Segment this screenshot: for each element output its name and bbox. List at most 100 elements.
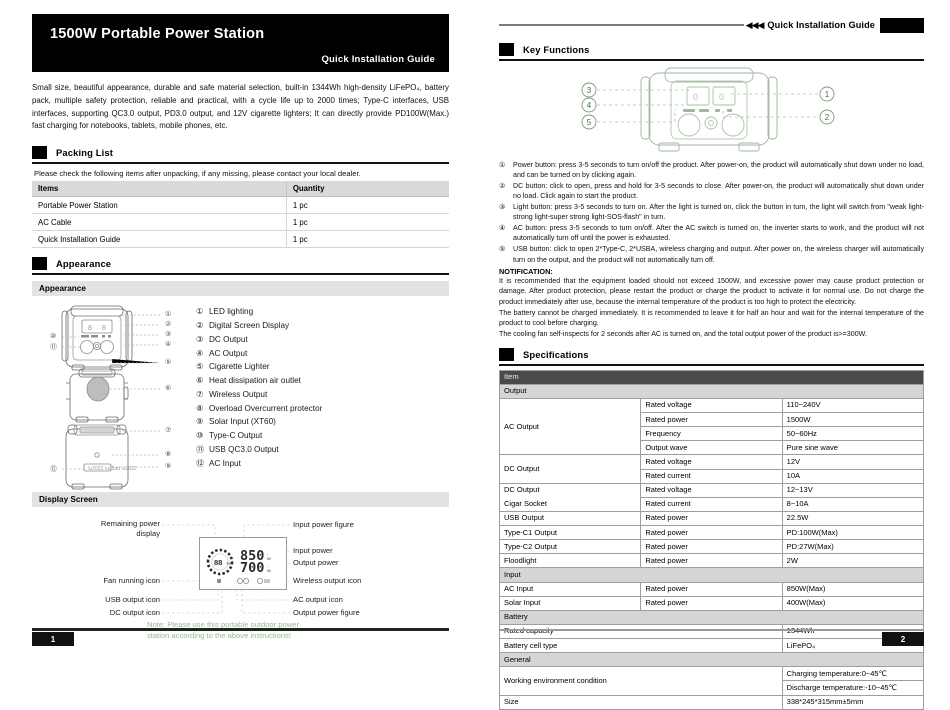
item-number: ⑧ [196, 403, 204, 413]
list-item: ③ Light button: press 3-5 seconds to turn… [499, 202, 924, 223]
spec-param: Rated power [640, 510, 783, 527]
spec-name: DC Output [498, 482, 642, 498]
spec-value: 12~13V [781, 482, 925, 498]
spec-param: Rated voltage [640, 454, 783, 470]
spec-name: Type-C1 Output [498, 525, 642, 541]
packing-list-heading: Packing List [32, 145, 449, 160]
cell-qty: 1 pc [285, 196, 449, 215]
spec-value: 12V [781, 454, 925, 470]
divider [499, 59, 924, 61]
column-header-quantity: Quantity [285, 181, 449, 198]
table-row: Size 338*245*315mm±5mm [499, 694, 925, 710]
table-row: Type-C1 Output Rated power PD:100W(Max) [498, 525, 925, 541]
header-rule [499, 24, 744, 26]
svg-text:8: 8 [88, 325, 92, 332]
item-label: AC Input [209, 458, 241, 468]
table-row: Cigar Socket Rated current 8~10A [498, 496, 925, 512]
notification-paragraph-1: It is recommended that the equipment loa… [499, 276, 924, 307]
spec-value: Charging temperature:0~45℃ [781, 666, 925, 682]
divider [499, 363, 924, 366]
table-row: AC Output Rated voltage 110~240V [498, 397, 925, 456]
item-number: ① [196, 307, 204, 317]
square-bullet-icon [32, 146, 47, 160]
spec-name: DC Output [498, 454, 642, 484]
table-row: Portable Power Station 1 pc [32, 196, 449, 215]
svg-text:3: 3 [587, 86, 592, 95]
svg-text:W: W [267, 568, 271, 573]
svg-text:1: 1 [825, 90, 830, 99]
item-number: ① [499, 161, 506, 169]
spec-name: Working environment condition [499, 666, 783, 696]
list-item: ⑨ Solar Input (XT60) [196, 415, 449, 429]
spec-param: Rated power [640, 412, 783, 428]
notification-paragraph-3: The cooling fan self-inspects for 2 seco… [499, 330, 867, 339]
spec-param: Output wave [640, 440, 783, 456]
table-group-row: Input [499, 567, 924, 583]
footer-rule [32, 628, 449, 631]
list-item: ⑪ USB QC3.0 Output [196, 443, 449, 457]
spec-param: Frequency [640, 426, 783, 442]
spec-value: 50~60Hz [781, 426, 925, 442]
spec-param: Rated power [640, 581, 783, 597]
item-number: ⑤ [196, 362, 204, 372]
label-remaining-power: Remaining power display [100, 519, 160, 539]
list-item: ⑦ Wireless Output [196, 388, 449, 402]
table-header-row: Item [499, 369, 924, 385]
cell-qty: 1 pc [285, 213, 449, 232]
item-label: Wireless Output [209, 389, 268, 399]
spec-value: PD:100W(Max) [781, 525, 925, 541]
item-text: USB button: click to open 2*Type-C, 2*US… [513, 245, 924, 264]
item-number: ⑥ [196, 376, 204, 386]
table-row: USB Output Rated power 22.5W [498, 510, 925, 527]
figure-callout-6: ⑥ [165, 385, 172, 393]
spec-value: 22.5W [781, 510, 925, 527]
spec-param: Rated current [640, 468, 783, 484]
table-group-row: Battery [499, 609, 924, 625]
section-packing-list: Packing List [32, 145, 449, 165]
svg-text:0: 0 [693, 92, 698, 102]
svg-text:2: 2 [825, 113, 830, 122]
list-item: ⑤ Cigarette Lighter [196, 360, 449, 374]
table-header-row: Items Quantity [32, 181, 449, 198]
page-right: ◀◀◀ Quick Installation Guide Key Functio… [475, 0, 950, 710]
figure-callout-4: ④ [165, 341, 172, 349]
item-label: Solar Input (XT60) [209, 417, 276, 427]
svg-text:700: 700 [240, 560, 264, 576]
table-row: Quick Installation Guide 1 pc [32, 230, 449, 249]
figure-callout-12: ⑫ [50, 466, 57, 474]
svg-text:%: % [227, 561, 231, 566]
item-label: Digital Screen Display [209, 320, 290, 330]
svg-text:88: 88 [214, 558, 222, 567]
spec-value: Discharge temperature:-10~45℃ [781, 680, 925, 696]
list-item: ② DC button: click to open, press and hol… [499, 181, 924, 202]
item-label: AC Output [209, 348, 248, 358]
appearance-content: 8 8 \u2022 \u25ad \u2022 ① ② ③ ④ ⑤ ⑥ ⑦ ⑧… [32, 296, 449, 492]
section-specifications: Specifications [499, 347, 924, 366]
spec-name: Floodlight [498, 553, 642, 569]
spec-param: Rated power [640, 525, 783, 541]
svg-text:8: 8 [102, 325, 106, 332]
spec-value: PD:27W(Max) [781, 539, 925, 555]
packing-list-heading-label: Packing List [56, 147, 114, 159]
label-wireless-output-icon: Wireless output icon [293, 576, 362, 586]
item-number: ④ [499, 224, 506, 233]
label-input-power-figure: Input power figure [293, 520, 354, 530]
item-label: Cigarette Lighter [209, 362, 270, 372]
footer-rule [499, 629, 924, 631]
page-left: 1500W Portable Power Station Quick Insta… [0, 0, 475, 660]
item-number: ③ [499, 203, 506, 212]
specifications-table: Item Output AC Output Rated voltage 110~… [498, 369, 925, 710]
table-row: Solar Input Rated power 400W(Max) [498, 595, 925, 611]
banner-subtitle: Quick Installation Guide [321, 54, 435, 65]
divider [32, 162, 449, 165]
figure-callout-8: ⑧ [165, 451, 172, 459]
display-screen-diagram: 88 % 850 - W 700 - W Remaining power dis… [32, 509, 449, 641]
table-row: Floodlight Rated power 2W [498, 553, 925, 569]
list-item: ⑥ Heat dissipation air outlet [196, 374, 449, 388]
notification-heading: NOTIFICATION: [499, 266, 553, 276]
spec-value: 338*245*315mm±5mm [781, 694, 925, 710]
spec-param: Rated voltage [640, 397, 783, 414]
notification-paragraph-2: The battery cannot be charged immediatel… [499, 308, 924, 328]
page-number-badge: 2 [882, 632, 924, 646]
footer-right: 2 [499, 629, 924, 646]
